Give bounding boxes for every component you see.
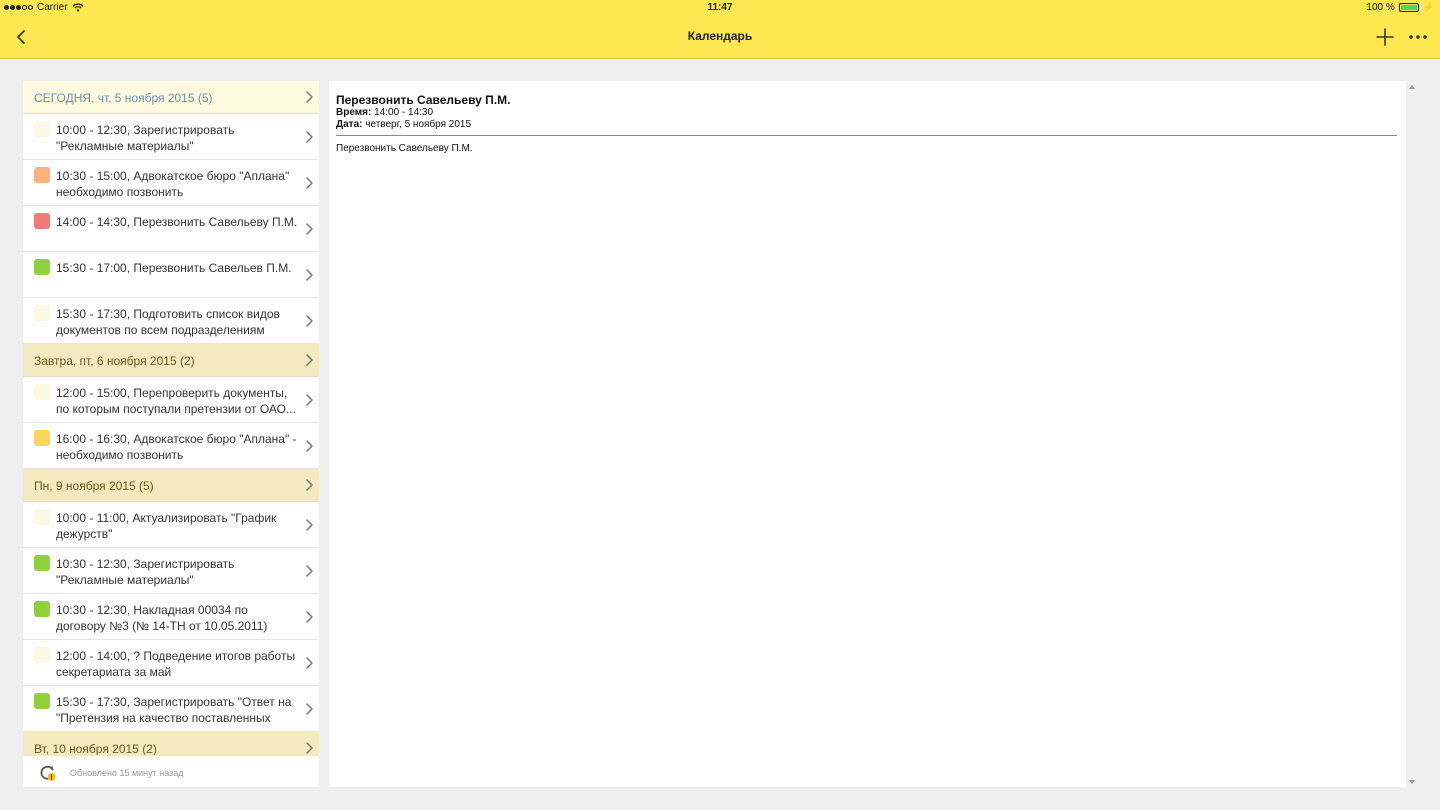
date-label: Дата: (336, 119, 363, 130)
chevron-right-icon (306, 742, 313, 754)
day-group-header[interactable]: Завтра, пт, 6 ноября 2015 (2) (23, 344, 319, 377)
chevron-right-icon (306, 131, 313, 143)
navigation-bar: Календарь (0, 16, 1440, 59)
event-label: 15:30 - 17:30, Подготовить список видов … (56, 307, 280, 337)
day-group-label: СЕГОДНЯ, чт, 5 ноября 2015 (5) (34, 91, 213, 105)
event-item[interactable]: 10:30 - 15:00, Адвокатское бюро "Аплана"… (23, 160, 319, 206)
event-label: 12:00 - 15:00, Перепроверить документы, … (56, 386, 296, 416)
event-color-swatch (34, 601, 50, 617)
scroll-down-icon[interactable] (1408, 779, 1416, 785)
event-color-swatch (34, 305, 50, 321)
event-color-swatch (34, 121, 50, 137)
event-label: 12:00 - 14:00, ? Подведение итогов работ… (56, 649, 296, 679)
chevron-right-icon (306, 519, 313, 531)
event-label: 15:30 - 17:00, Перезвонить Савельев П.М. (56, 261, 292, 275)
day-group-label: Пн, 9 ноября 2015 (5) (34, 479, 154, 493)
event-detail-date: Дата: четверг, 5 ноября 2015 (336, 119, 471, 130)
event-color-swatch (34, 693, 50, 709)
status-time: 11:47 (707, 2, 733, 13)
chevron-right-icon (306, 565, 313, 577)
battery-percent: 100 % (1366, 2, 1395, 13)
chevron-right-icon (306, 223, 313, 235)
event-color-swatch (34, 430, 50, 446)
event-item[interactable]: 15:30 - 17:00, Перезвонить Савельев П.М. (23, 252, 319, 298)
page-title: Календарь (687, 29, 753, 43)
scroll-up-icon[interactable] (1408, 84, 1416, 90)
event-color-swatch (34, 259, 50, 275)
event-item[interactable]: 10:30 - 12:30, Зарегистрировать "Рекламн… (23, 548, 319, 594)
event-detail-title: Перезвонить Савельеву П.М. (336, 93, 511, 107)
event-list-content: СЕГОДНЯ, чт, 5 ноября 2015 (5) 10:00 - 12… (23, 81, 319, 765)
event-list: СЕГОДНЯ, чт, 5 ноября 2015 (5) 10:00 - 12… (23, 81, 319, 787)
event-item[interactable]: 10:30 - 12:30, Накладная 00034 по догово… (23, 594, 319, 640)
chevron-right-icon (306, 315, 313, 327)
chevron-right-icon (306, 269, 313, 281)
day-group-header[interactable]: СЕГОДНЯ, чт, 5 ноября 2015 (5) (23, 81, 319, 114)
time-value: 14:00 - 14:30 (374, 107, 434, 118)
event-label: 15:30 - 17:30, Зарегистрировать "Ответ н… (56, 695, 292, 725)
event-detail-panel: Перезвонить Савельеву П.М. Время: 14:00 … (329, 81, 1406, 787)
chevron-right-icon (306, 440, 313, 452)
event-detail-body: Перезвонить Савельеву П.М. (336, 143, 473, 154)
event-item[interactable]: 10:00 - 11:00, Актуализировать "График д… (23, 502, 319, 548)
chevron-right-icon (306, 91, 313, 103)
event-item[interactable]: 12:00 - 14:00, ? Подведение итогов работ… (23, 640, 319, 686)
chevron-right-icon (306, 479, 313, 491)
status-bar: Carrier 11:47 100 % ⚡ (0, 0, 1440, 16)
battery-icon (1398, 3, 1419, 12)
event-item[interactable]: 16:00 - 16:30, Адвокатское бюро "Аплана"… (23, 423, 319, 469)
event-item[interactable]: 12:00 - 15:00, Перепроверить документы, … (23, 377, 319, 423)
day-group-label: Вт, 10 ноября 2015 (2) (34, 742, 157, 756)
chevron-right-icon (306, 354, 313, 366)
date-value: четверг, 5 ноября 2015 (365, 119, 472, 130)
day-group-header[interactable]: Пн, 9 ноября 2015 (5) (23, 469, 319, 502)
event-color-swatch (34, 384, 50, 400)
event-item[interactable]: 10:00 - 12:30, Зарегистрировать "Рекламн… (23, 114, 319, 160)
chevron-right-icon (306, 657, 313, 669)
chevron-right-icon (306, 611, 313, 623)
chevron-right-icon (306, 703, 313, 715)
event-color-swatch (34, 555, 50, 571)
chevron-right-icon (306, 394, 313, 406)
time-label: Время: (336, 107, 372, 118)
event-label: 10:30 - 12:30, Накладная 00034 по догово… (56, 603, 268, 633)
event-label: 10:30 - 15:00, Адвокатское бюро "Аплана"… (56, 169, 290, 199)
add-icon[interactable] (1374, 26, 1396, 48)
event-color-swatch (34, 509, 50, 525)
event-color-swatch (34, 167, 50, 183)
chevron-right-icon (306, 177, 313, 189)
event-color-swatch (34, 213, 50, 229)
event-label: 14:00 - 14:30, Перезвонить Савельеву П.М… (56, 215, 298, 229)
detail-divider (336, 135, 1397, 136)
charging-icon: ⚡ (1422, 2, 1434, 12)
event-label: 10:30 - 12:30, Зарегистрировать "Рекламн… (56, 557, 235, 587)
event-label: 16:00 - 16:30, Адвокатское бюро "Аплана"… (56, 432, 297, 462)
event-detail-time: Время: 14:00 - 14:30 (336, 107, 433, 118)
last-updated-label: Обновлено 15 минут назад (70, 768, 184, 778)
event-label: 10:00 - 11:00, Актуализировать "График д… (56, 511, 277, 541)
list-footer: Обновлено 15 минут назад (23, 755, 319, 787)
event-item[interactable]: 15:30 - 17:30, Подготовить список видов … (23, 298, 319, 344)
day-group-label: Завтра, пт, 6 ноября 2015 (2) (34, 354, 195, 368)
more-icon[interactable] (1406, 26, 1430, 48)
refresh-icon[interactable] (39, 764, 57, 782)
event-item[interactable]: 15:30 - 17:30, Зарегистрировать "Ответ н… (23, 686, 319, 732)
status-right: 100 % ⚡ (1366, 2, 1434, 13)
event-item[interactable]: 14:00 - 14:30, Перезвонить Савельеву П.М… (23, 206, 319, 252)
event-color-swatch (34, 647, 50, 663)
event-label: 10:00 - 12:30, Зарегистрировать "Рекламн… (56, 123, 235, 153)
